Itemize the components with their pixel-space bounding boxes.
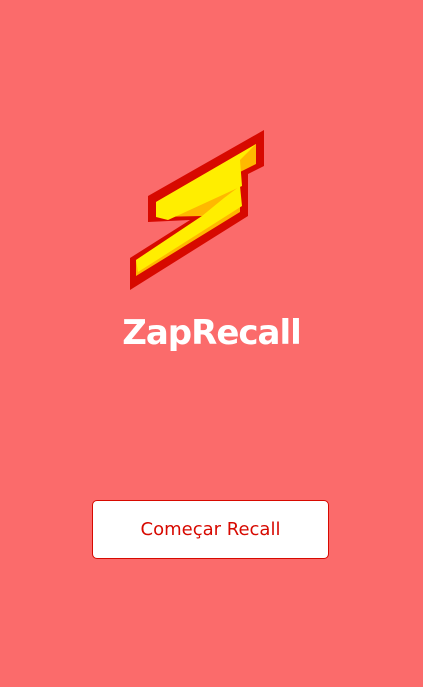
app-title: ZapRecall bbox=[122, 313, 302, 353]
welcome-screen: ZapRecall Começar Recall bbox=[0, 0, 423, 687]
lightning-bolt-icon bbox=[128, 128, 266, 292]
start-recall-button[interactable]: Começar Recall bbox=[92, 500, 329, 559]
